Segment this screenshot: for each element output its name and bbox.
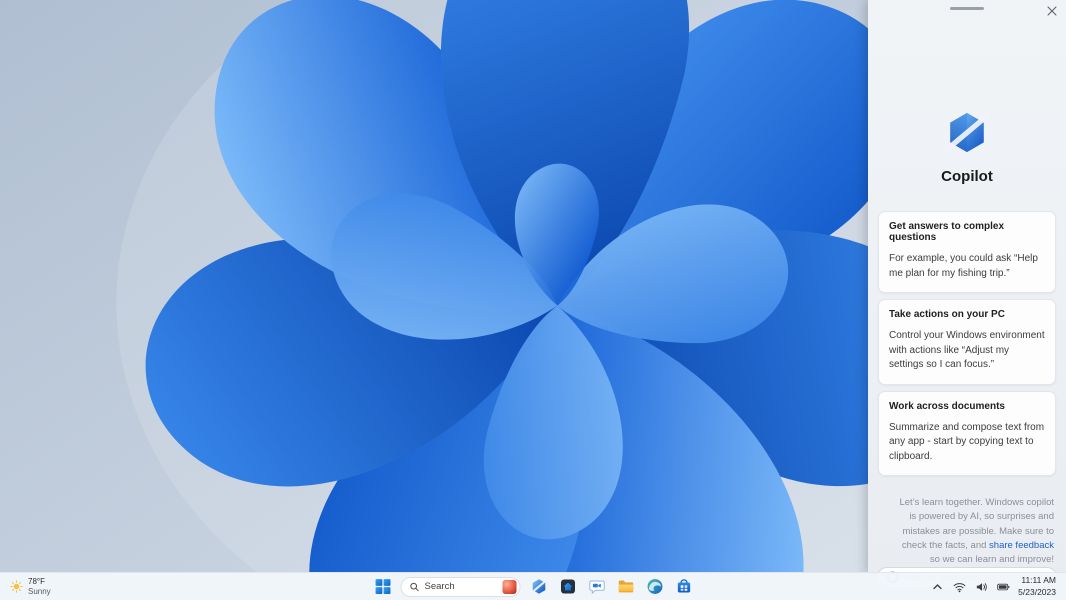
weather-temp: 78°F bbox=[28, 576, 45, 586]
drag-handle[interactable] bbox=[950, 7, 984, 10]
taskbar-chat-button[interactable] bbox=[586, 576, 608, 598]
taskbar-edge-button[interactable] bbox=[644, 576, 666, 598]
card-work-documents[interactable]: Work across documents Summarize and comp… bbox=[878, 390, 1056, 476]
battery-icon bbox=[996, 583, 1010, 590]
copilot-icon bbox=[530, 578, 547, 595]
card-body: Summarize and compose text from any app … bbox=[889, 421, 1045, 462]
taskbar-dev-home-button[interactable] bbox=[557, 576, 579, 598]
weather-condition: Sunny bbox=[28, 586, 51, 596]
search-box[interactable]: Search bbox=[400, 576, 521, 597]
volume-button[interactable] bbox=[974, 580, 988, 593]
copilot-logo-icon bbox=[943, 112, 991, 154]
suggestion-cards: Get answers to complex questions For exa… bbox=[878, 211, 1056, 482]
card-title: Get answers to complex questions bbox=[889, 221, 1005, 243]
card-title: Work across documents bbox=[889, 400, 1005, 412]
edge-icon bbox=[647, 579, 662, 594]
taskbar-store-button[interactable] bbox=[673, 576, 695, 598]
card-body: Control your Windows environment with ac… bbox=[889, 330, 1045, 370]
chevron-up-icon bbox=[933, 583, 942, 589]
windows-logo-icon bbox=[375, 579, 390, 594]
card-body: For example, you could ask “Help me plan… bbox=[889, 253, 1038, 279]
taskbar-file-explorer-button[interactable] bbox=[615, 576, 637, 598]
network-button[interactable] bbox=[952, 580, 966, 593]
search-highlight-icon bbox=[502, 579, 517, 594]
card-take-actions[interactable]: Take actions on your PC Control your Win… bbox=[878, 299, 1056, 385]
taskbar-center: Search bbox=[372, 573, 695, 600]
battery-button[interactable] bbox=[996, 580, 1010, 593]
clock[interactable]: 11:11 AM 5/23/2023 bbox=[1018, 575, 1056, 598]
copilot-title: Copilot bbox=[941, 168, 993, 185]
widgets-weather-button[interactable]: 78°F Sunny bbox=[0, 573, 61, 600]
clock-time: 11:11 AM bbox=[1021, 575, 1056, 586]
share-feedback-link[interactable]: share feedback bbox=[989, 540, 1054, 551]
chat-icon bbox=[588, 580, 605, 595]
taskbar-copilot-button[interactable] bbox=[528, 576, 550, 598]
dev-home-icon bbox=[560, 579, 575, 594]
close-icon[interactable] bbox=[1044, 3, 1060, 19]
folder-icon bbox=[618, 580, 633, 593]
taskbar: 78°F Sunny Search 11:11 AM 5/23/2023 bbox=[0, 572, 1066, 600]
tray-overflow-button[interactable] bbox=[930, 580, 944, 593]
copilot-panel-header bbox=[868, 0, 1066, 22]
speaker-icon bbox=[976, 582, 987, 591]
search-label: Search bbox=[424, 581, 455, 592]
start-button[interactable] bbox=[372, 576, 394, 598]
disclaimer-text: so we can learn and improve! bbox=[929, 554, 1054, 565]
wifi-icon bbox=[953, 582, 966, 592]
card-complex-questions[interactable]: Get answers to complex questions For exa… bbox=[878, 211, 1056, 293]
store-icon bbox=[677, 579, 690, 593]
ai-disclaimer: Let’s learn together. Windows copilot is… bbox=[894, 496, 1054, 567]
clock-date: 5/23/2023 bbox=[1018, 586, 1056, 597]
card-title: Take actions on your PC bbox=[889, 309, 1005, 320]
search-icon bbox=[410, 582, 419, 591]
copilot-panel: Copilot Get answers to complex questions… bbox=[868, 0, 1066, 588]
copilot-branding: Copilot bbox=[868, 110, 1066, 185]
system-tray: 11:11 AM 5/23/2023 bbox=[920, 573, 1066, 600]
sun-icon bbox=[10, 580, 23, 593]
